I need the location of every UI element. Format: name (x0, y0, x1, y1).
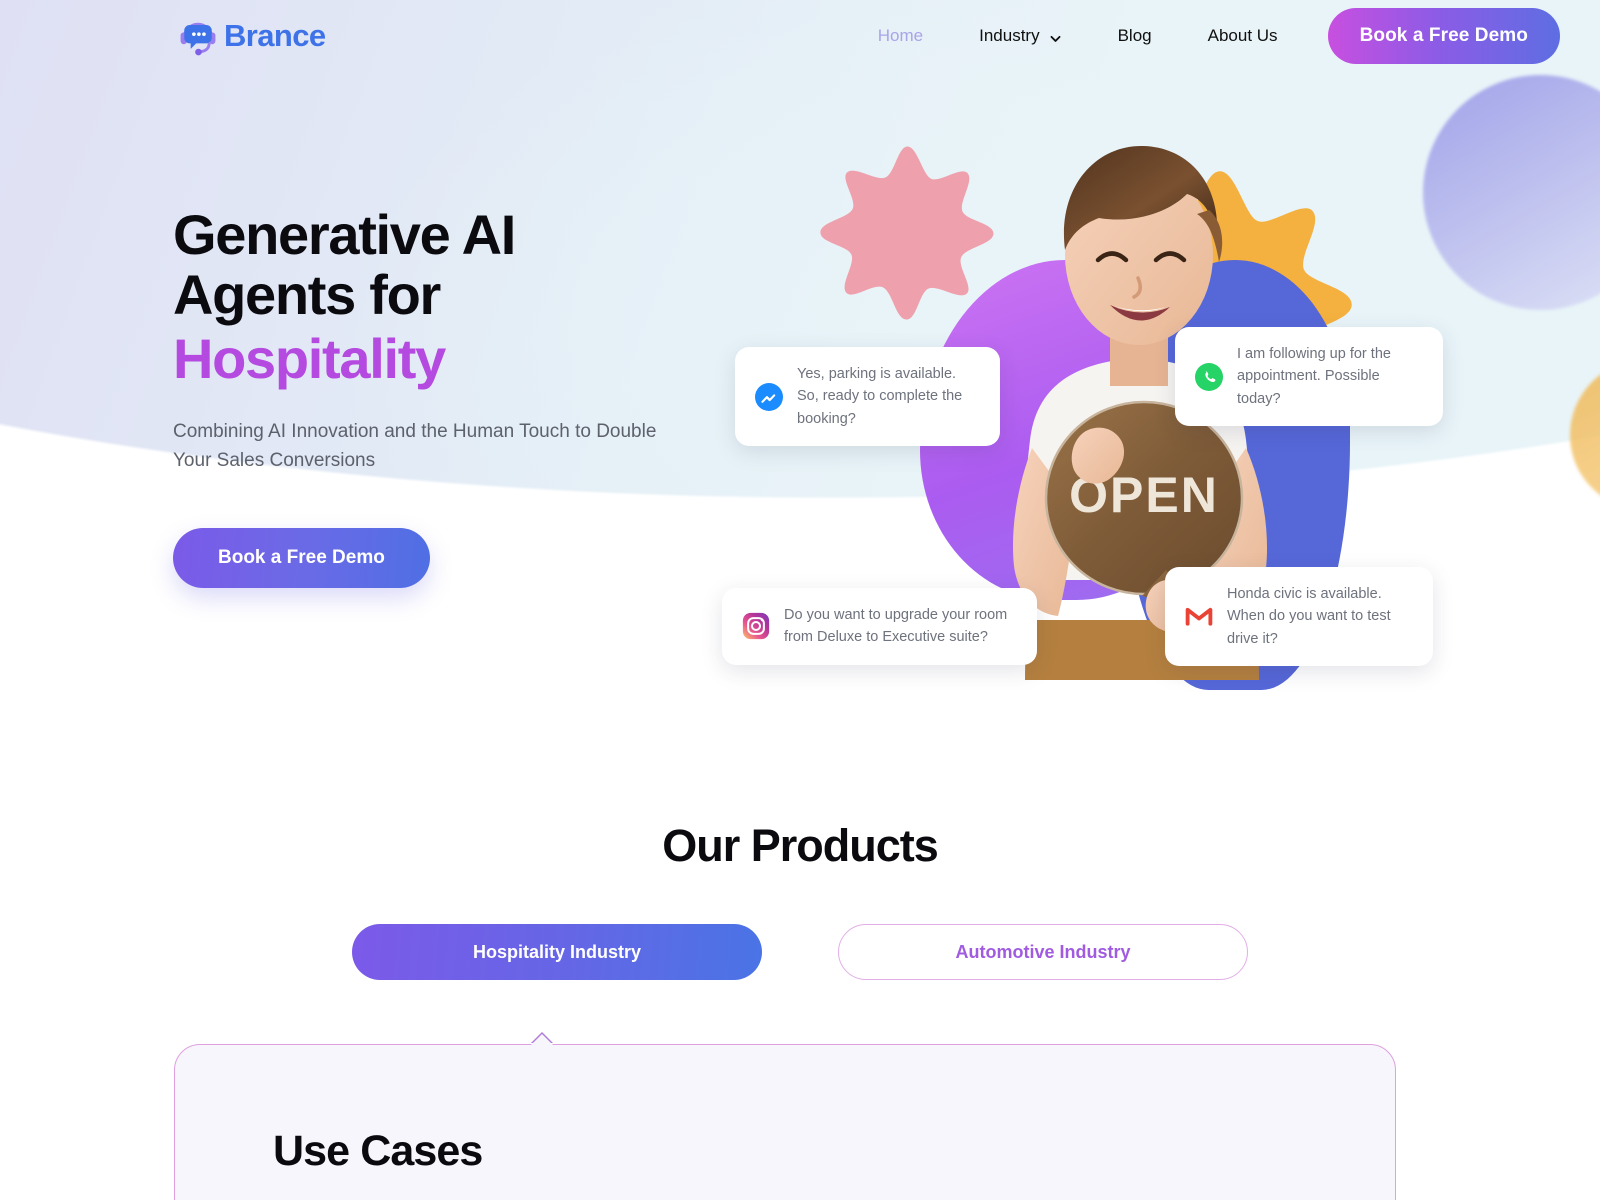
nav-item-blog[interactable]: Blog (1090, 16, 1180, 56)
brand-name: Brance (224, 18, 326, 53)
messenger-icon (755, 382, 783, 411)
nav-item-about-us-label: About Us (1207, 26, 1278, 45)
panel-pointer-triangle (531, 1034, 553, 1045)
hero-book-demo-button[interactable]: Book a Free Demo (173, 527, 430, 588)
chat-bubble-headset-icon (176, 14, 220, 58)
products-tabs: Hospitality Industry Automotive Industry (0, 924, 1600, 980)
chat-bubble-messenger: Yes, parking is available. So, ready to … (735, 347, 1000, 447)
chat-bubble-gmail-text: Honda civic is available. When do you wa… (1227, 586, 1391, 647)
tab-hospitality-industry-label: Hospitality Industry (472, 941, 642, 962)
navbar: Brance Home Industry Blog About Us Book … (0, 0, 1600, 72)
chevron-down-icon (1049, 30, 1062, 43)
chat-bubble-gmail: Honda civic is available. When do you wa… (1165, 567, 1433, 667)
hero-subtitle: Combining AI Innovation and the Human To… (173, 420, 657, 472)
brand-logo[interactable]: Brance (176, 14, 326, 58)
nav-item-industry-label: Industry (979, 26, 1040, 45)
whatsapp-icon (1195, 362, 1223, 391)
use-cases-title: Use Cases (273, 1127, 483, 1175)
chat-bubble-instagram: Do you want to upgrade your room from De… (722, 588, 1037, 665)
tab-hospitality-industry[interactable]: Hospitality Industry (352, 924, 762, 980)
hero-title-accent: Hospitality (173, 326, 446, 390)
gmail-icon (1185, 603, 1213, 631)
tab-automotive-industry[interactable]: Automotive Industry (838, 924, 1248, 980)
hero-title-line-1: Generative AI (173, 203, 516, 266)
use-cases-panel: Use Cases (174, 1034, 1396, 1200)
hero-copy: Generative AI Agents for Hospitality Com… (173, 205, 773, 588)
nav-item-home[interactable]: Home (850, 16, 951, 56)
nav-item-home-label: Home (877, 26, 924, 45)
instagram-icon (742, 612, 770, 640)
products-section: Our Products Hospitality Industry Automo… (0, 820, 1600, 980)
chat-bubble-whatsapp: I am following up for the appointment. P… (1175, 327, 1443, 427)
hero-title: Generative AI Agents for Hospitality (173, 205, 773, 389)
tab-automotive-industry-label: Automotive Industry (955, 941, 1131, 962)
nav-item-blog-label: Blog (1117, 26, 1152, 45)
navbar-book-demo-button[interactable]: Book a Free Demo (1327, 8, 1560, 64)
chat-bubble-messenger-text: Yes, parking is available. So, ready to … (797, 366, 963, 427)
landing-page: Brance Home Industry Blog About Us Book … (0, 0, 1600, 1200)
chat-bubble-whatsapp-text: I am following up for the appointment. P… (1237, 346, 1391, 407)
nav-item-about-us[interactable]: About Us (1180, 16, 1306, 56)
products-title: Our Products (662, 820, 939, 871)
nav-links: Home Industry Blog About Us Book a Free … (850, 8, 1560, 64)
chat-bubble-instagram-text: Do you want to upgrade your room from De… (784, 607, 1008, 646)
hero-title-line-2: Agents for (173, 262, 441, 326)
nav-item-industry[interactable]: Industry (951, 16, 1089, 56)
